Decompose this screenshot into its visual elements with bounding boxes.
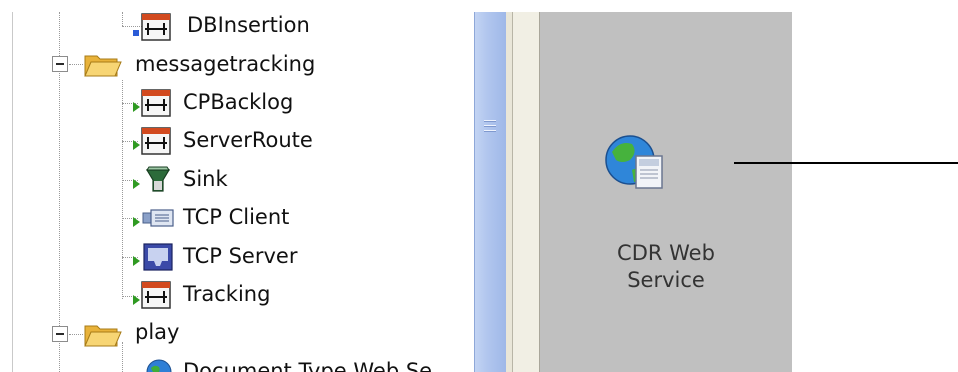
collapse-toggle[interactable] [52,56,68,72]
connector-line [734,162,792,164]
component-icon [133,12,173,42]
folder-open-icon [83,50,123,80]
tree-guide-line [122,12,123,26]
folder-open-icon [83,320,123,350]
tree-item-label: TCP Client [183,205,290,229]
tree-item-label: TCP Server [183,244,298,268]
play-arrow-icon [133,256,140,266]
tree-item-label: Sink [183,167,228,191]
globe-icon [145,358,173,372]
design-canvas[interactable]: CDR Web Service [540,12,792,372]
play-arrow-icon [133,217,140,227]
collapse-toggle[interactable] [52,326,68,342]
project-tree[interactable]: DBInsertion messagetracking CPBacklog Se… [12,12,475,372]
component-icon [139,126,179,156]
tree-item-label: Document Type Web Se [183,359,433,372]
node-label: CDR Web Service [540,240,792,294]
tree-item-label: DBInsertion [187,13,310,37]
sink-icon [143,164,173,194]
splitter-grip-icon [484,120,496,134]
node-label-text: CDR Web Service [617,241,715,292]
tree-item-label: CPBacklog [183,90,294,114]
web-service-globe-icon [602,130,672,200]
pane-border [506,12,513,372]
connector-line [792,162,958,164]
play-arrow-icon [133,179,140,189]
canvas-margin [513,12,540,372]
tree-item-label: ServerRoute [183,128,313,152]
tcp-client-icon [141,204,175,232]
tree-item-label: Tracking [183,282,271,306]
tree-item-label: play [135,320,180,344]
component-icon [139,88,179,118]
component-icon [139,280,179,310]
tcp-server-icon [142,242,174,272]
tree-item-label: messagetracking [135,52,316,76]
panel-splitter[interactable] [474,12,506,372]
canvas-right-area[interactable] [792,12,958,372]
tree-guide-line [122,80,123,299]
